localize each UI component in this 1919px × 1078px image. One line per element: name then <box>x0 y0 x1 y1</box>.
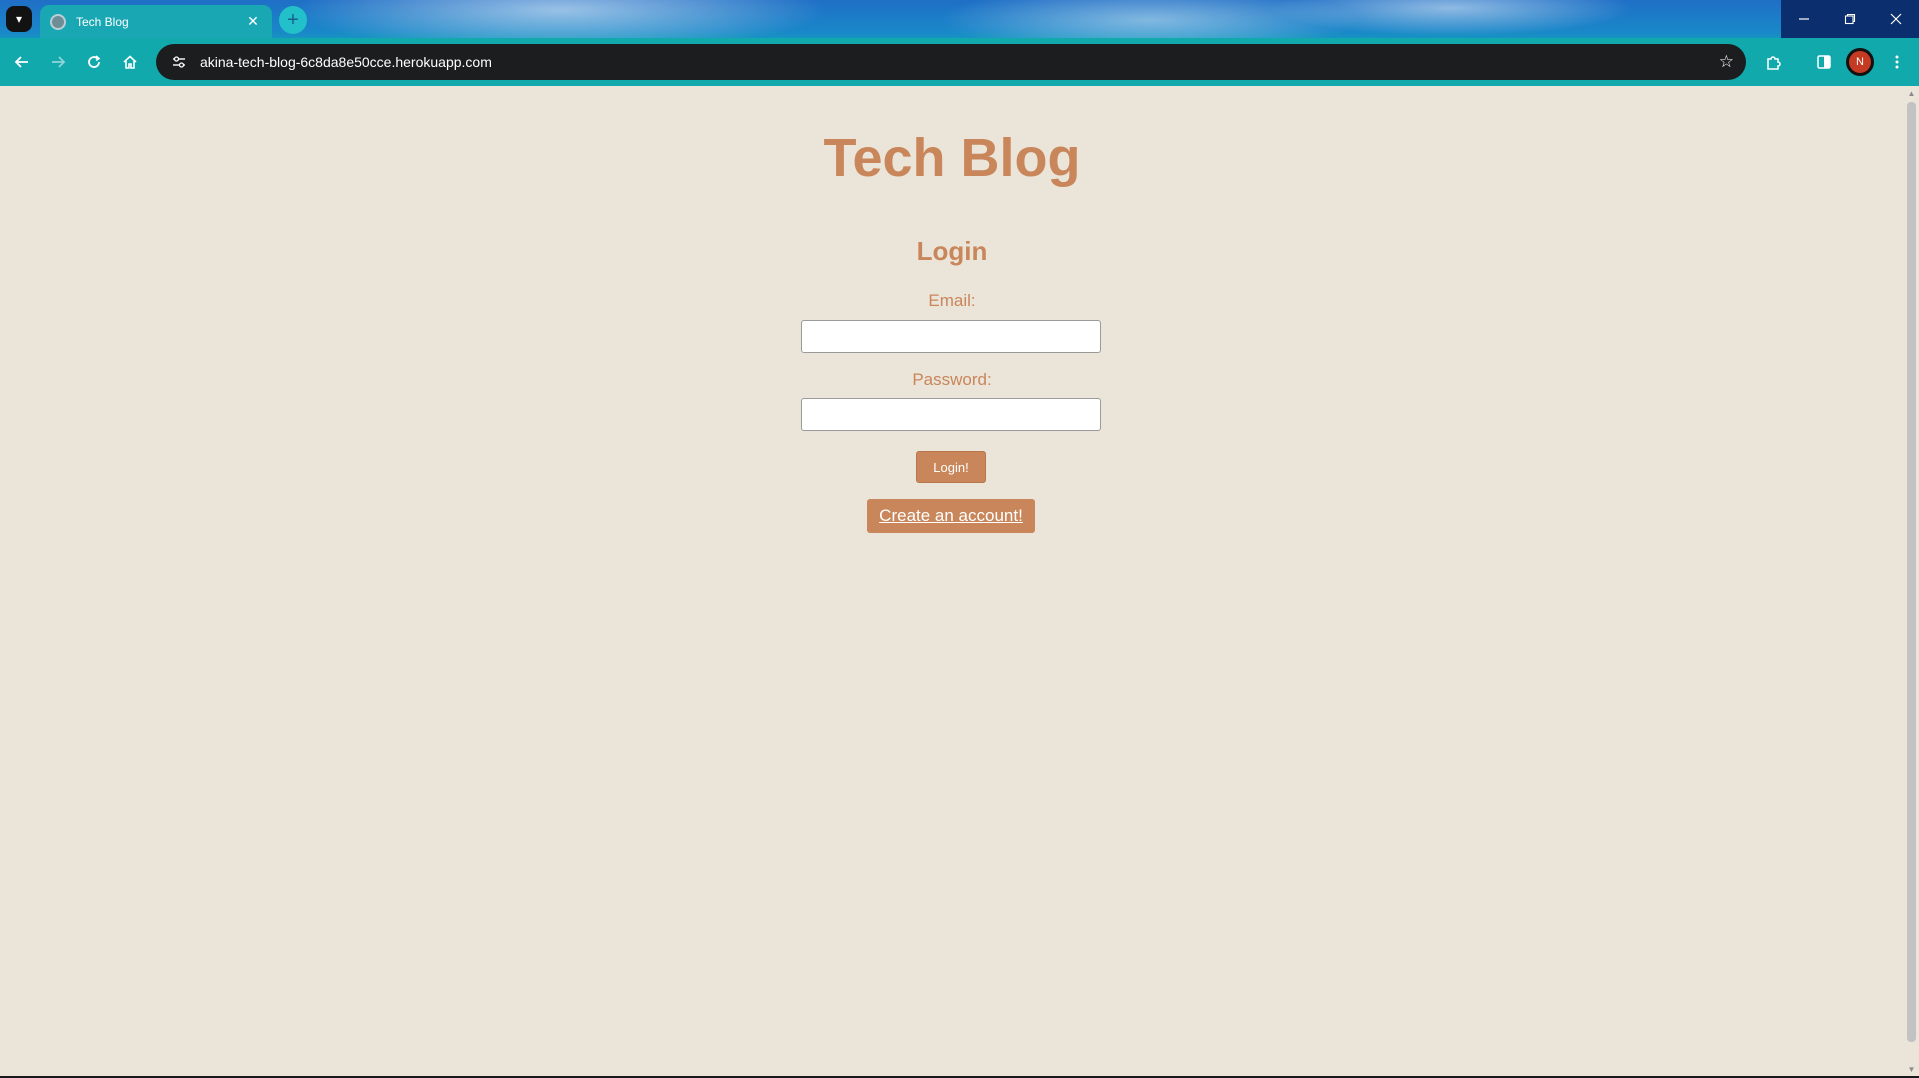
back-arrow-icon[interactable] <box>8 48 36 76</box>
profile-avatar[interactable]: N <box>1846 48 1874 76</box>
create-account-link[interactable]: Create an account! <box>867 499 1035 533</box>
tab-strip: ▾ Tech Blog ✕ + <box>0 0 1919 38</box>
scrollbar-thumb[interactable] <box>1907 102 1916 1042</box>
email-field[interactable] <box>801 320 1101 353</box>
chevron-down-icon[interactable]: ▾ <box>6 6 32 32</box>
puzzle-icon[interactable] <box>1759 48 1787 76</box>
login-heading: Login <box>916 236 988 266</box>
password-field[interactable] <box>801 398 1101 431</box>
password-label: Password: <box>912 370 992 389</box>
email-label: Email: <box>928 291 976 310</box>
star-icon[interactable]: ☆ <box>1719 52 1734 72</box>
globe-icon <box>50 13 66 30</box>
page-viewport: Tech Blog Login Email: Password: Login! … <box>0 86 1904 1076</box>
scroll-up-icon[interactable]: ▲ <box>1904 86 1919 100</box>
minimize-icon[interactable] <box>1781 0 1827 38</box>
vertical-scrollbar[interactable]: ▲ ▼ <box>1904 86 1919 1076</box>
tune-icon[interactable] <box>168 51 190 73</box>
browser-toolbar: akina-tech-blog-6c8da8e50cce.herokuapp.c… <box>0 38 1919 86</box>
kebab-menu-icon[interactable] <box>1883 48 1911 76</box>
browser-chrome: ▾ Tech Blog ✕ + akina-tech-blog-6c8da8e5… <box>0 0 1919 86</box>
url-text[interactable]: akina-tech-blog-6c8da8e50cce.herokuapp.c… <box>200 54 1719 70</box>
tab-tech-blog[interactable]: Tech Blog ✕ <box>40 5 272 38</box>
side-panel-icon[interactable] <box>1810 48 1838 76</box>
close-icon[interactable] <box>1873 0 1919 38</box>
login-button[interactable]: Login! <box>916 451 986 483</box>
forward-arrow-icon[interactable] <box>44 48 72 76</box>
address-bar[interactable]: akina-tech-blog-6c8da8e50cce.herokuapp.c… <box>156 44 1746 80</box>
reload-icon[interactable] <box>80 48 108 76</box>
tab-title: Tech Blog <box>76 14 129 29</box>
site-title: Tech Blog <box>823 128 1081 188</box>
home-icon[interactable] <box>116 48 144 76</box>
tab-close-icon[interactable]: ✕ <box>244 13 262 30</box>
new-tab-button[interactable]: + <box>279 6 307 34</box>
restore-icon[interactable] <box>1827 0 1873 38</box>
scroll-down-icon[interactable]: ▼ <box>1904 1062 1919 1076</box>
